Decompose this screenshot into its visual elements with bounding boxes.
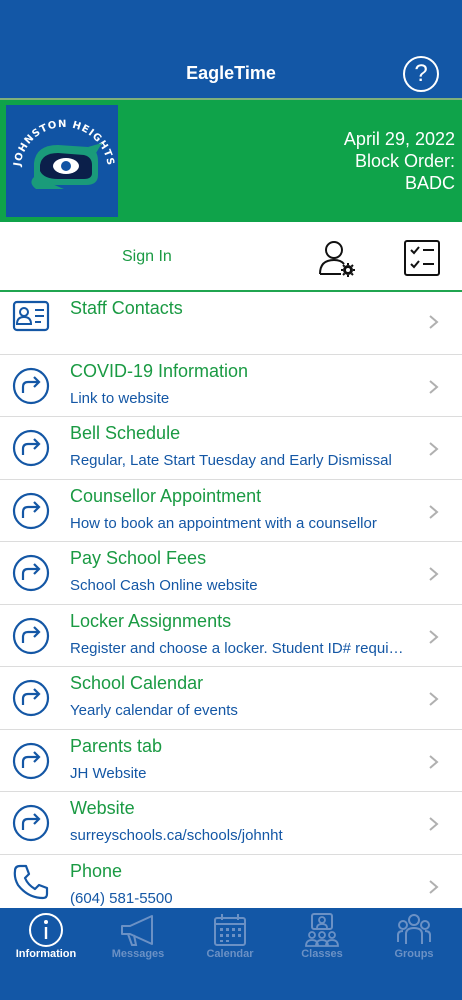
info-icon [29,913,63,947]
block-order-value: BADC [404,173,455,193]
list-item-school-calendar[interactable]: School Calendar Yearly calendar of event… [0,667,462,730]
phone-icon [13,864,49,899]
list-item-title: Parents tab [70,735,163,756]
checklist-icon[interactable] [402,238,442,278]
tab-classes[interactable]: Classes [276,908,368,1000]
tab-messages[interactable]: Messages [92,908,184,1000]
chevron-right-icon [429,442,439,456]
megaphone-icon [121,915,153,946]
tab-label: Information [15,948,77,960]
chevron-right-icon [429,504,439,519]
calendar-icon [214,914,246,946]
tab-label: Calendar [206,948,254,960]
tab-groups[interactable]: Groups [368,908,460,1000]
info-list: Staff Contacts COVID-19 Information Link… [0,292,462,908]
chevron-right-icon [429,567,439,581]
share-arrow-icon [12,617,50,654]
share-arrow-icon [12,804,50,842]
top-nav-bar: EagleTime ? [0,0,462,98]
chevron-right-icon [429,692,439,706]
chevron-right-icon [429,315,439,329]
list-item-covid-19-information[interactable]: COVID-19 Information Link to website [0,355,462,417]
list-item-title: COVID-19 Information [70,360,249,381]
banner-info: April 29, 2022 Block Order: BADC [344,128,455,194]
chevron-right-icon [429,879,439,894]
sign-in-link[interactable]: Sign In [122,248,172,266]
list-item-subtitle: School Cash Online website [70,577,258,594]
list-item-title: Phone [70,860,123,881]
list-item-title: Counsellor Appointment [70,485,262,506]
chevron-right-icon [429,629,439,644]
share-arrow-icon [12,742,50,779]
chevron-right-icon [429,817,439,831]
current-date: April 29, 2022 [343,129,455,149]
list-item-subtitle: (604) 581-5500 [70,889,173,907]
list-item-title: Staff Contacts [70,298,183,318]
chevron-right-icon [429,379,439,394]
list-item-title: Website [70,798,135,818]
list-item-website[interactable]: Website surreyschools.ca/schools/johnht [0,792,462,855]
list-item-subtitle: How to book an appointment with a counse… [70,514,377,532]
list-item-subtitle: Register and choose a locker. Student ID… [70,639,404,657]
tab-calendar[interactable]: Calendar [184,908,276,1000]
app-title: EagleTime [186,63,276,83]
list-item-pay-school-fees[interactable]: Pay School Fees School Cash Online websi… [0,542,462,605]
groups-icon [397,914,431,944]
share-arrow-icon [12,429,50,467]
tab-label: Messages [111,948,165,960]
list-item-parents-tab[interactable]: Parents tab JH Website [0,730,462,792]
list-item-locker-assignments[interactable]: Locker Assignments Register and choose a… [0,605,462,667]
list-item-phone[interactable]: Phone (604) 581-5500 [0,855,462,909]
list-item-title: Locker Assignments [70,610,232,631]
school-banner: JOHNSTON HEIGHTS April 29, 2022 Block Or… [0,100,462,222]
tab-information[interactable]: Information [0,908,92,1000]
chevron-right-icon [429,754,439,769]
list-item-staff-contacts[interactable]: Staff Contacts [0,292,462,355]
list-item-counsellor-appointment[interactable]: Counsellor Appointment How to book an ap… [0,480,462,542]
contact-card-icon [12,300,50,332]
classes-icon [305,913,339,947]
account-row: Sign In [0,222,462,292]
tab-label: Classes [301,948,343,960]
help-icon[interactable]: ? [403,56,439,92]
list-item-bell-schedule[interactable]: Bell Schedule Regular, Late Start Tuesda… [0,417,462,480]
share-arrow-icon [12,367,50,404]
list-item-subtitle: Regular, Late Start Tuesday and Early Di… [70,452,392,469]
list-item-subtitle: surreyschools.ca/schools/johnht [70,827,283,844]
block-order-label: Block Order: [354,151,455,171]
list-item-subtitle: Link to website [70,389,170,407]
share-arrow-icon [12,679,50,717]
share-arrow-icon [12,554,50,592]
tab-label: Groups [394,948,434,960]
bottom-tab-bar: Information Messages Calendar Classes Gr… [0,908,462,1000]
list-item-title: Pay School Fees [70,548,207,568]
share-arrow-icon [12,492,50,529]
list-item-subtitle: Yearly calendar of events [70,702,238,719]
list-item-title: Bell Schedule [70,423,181,443]
list-item-subtitle: JH Website [70,764,147,782]
school-logo: JOHNSTON HEIGHTS [6,105,118,217]
list-item-title: School Calendar [70,673,204,693]
user-settings-icon[interactable] [317,238,357,278]
